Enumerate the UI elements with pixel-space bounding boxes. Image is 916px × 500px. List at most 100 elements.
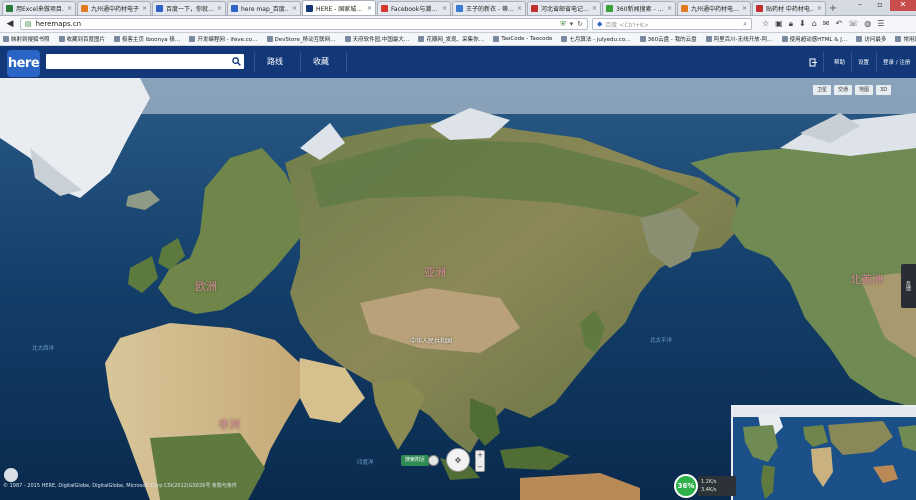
undo-icon[interactable]: ↶ — [835, 19, 842, 29]
zoom-out-icon[interactable]: − — [477, 463, 483, 471]
download-icon[interactable]: ⬇ — [799, 19, 806, 29]
lock-icon[interactable]: 🔒︎ — [789, 19, 793, 29]
tab-close-icon[interactable]: × — [142, 5, 147, 12]
tab-close-icon[interactable]: × — [742, 5, 747, 12]
tab-8[interactable]: 360新闻搜索 - … × — [602, 1, 676, 15]
bookmark-label: 映射到搜狐书照 — [11, 37, 50, 43]
feedback-tab[interactable]: 反馈 — [901, 264, 916, 308]
login-link[interactable]: 登录 / 注册 — [883, 46, 910, 78]
star-icon[interactable]: ☆ — [762, 19, 769, 29]
menu-icon[interactable]: ☰ — [877, 19, 884, 29]
here-logo[interactable]: here — [7, 50, 40, 77]
bookmark-icon — [493, 36, 500, 42]
tab-label: 360新闻搜索 - … — [616, 6, 664, 13]
zoom-control: + − — [475, 450, 485, 472]
bookmark-item[interactable]: 访问最多 — [856, 35, 886, 43]
search-icon[interactable]: ⌕ — [743, 20, 747, 29]
bookmark-item[interactable]: 七月算法 - julyedu.co… — [561, 35, 631, 43]
tab-close-icon[interactable]: × — [667, 5, 672, 12]
tab-3[interactable]: here map_百度… × — [227, 1, 301, 15]
tab-close-icon[interactable]: × — [817, 5, 822, 12]
tab-favicon-icon — [606, 5, 613, 12]
bookmark-item[interactable]: 360云盘 - 我的云盘 — [639, 35, 697, 43]
tab-7[interactable]: 河北省邮省电记… × — [527, 1, 601, 15]
tab-4-active[interactable]: HERE - 国家城… × — [302, 0, 376, 15]
locate-me-icon[interactable] — [428, 455, 439, 466]
browser-tab-bar: 用Excel来做项目…× 九州通中药材电子商…× 百度一下，你就…× here … — [0, 0, 916, 16]
tab-close-icon[interactable]: × — [67, 5, 72, 12]
comment-icon[interactable]: ☏ — [848, 19, 858, 29]
share-icon[interactable] — [809, 46, 817, 78]
search-box[interactable]: ◆ 百度 <Ctrl+K> ⌕ — [592, 18, 752, 30]
bookmark-icon — [189, 36, 196, 42]
bookmark-item[interactable]: 常用网址 — [895, 35, 916, 43]
tab-close-icon[interactable]: × — [217, 5, 222, 12]
reload-icon[interactable]: ↻ — [577, 20, 583, 28]
layer-satellite-button[interactable]: 卫星 — [813, 85, 832, 95]
bookmark-item[interactable]: 收藏到百度图片 — [58, 35, 106, 43]
window-close-icon[interactable]: ✕ — [890, 0, 916, 11]
zoom-in-icon[interactable]: + — [477, 451, 483, 459]
url-text[interactable]: heremaps.cn — [36, 20, 557, 28]
tab-label: 百度一下，你就… — [166, 6, 214, 13]
minimize-icon[interactable]: – — [850, 0, 870, 11]
logo-text: here — [7, 56, 40, 71]
nav-route[interactable]: 路线 — [267, 56, 283, 67]
globe-icon[interactable]: ◍ — [864, 19, 871, 29]
tab-label: 河北省邮省电记… — [541, 6, 589, 13]
dropdown-icon[interactable]: ▾ — [570, 20, 574, 28]
bookmark-icon — [895, 36, 902, 42]
back-arrow-icon[interactable]: ◀ — [4, 18, 16, 30]
bookmark-item[interactable]: 天府软件园,中国最大… — [344, 35, 409, 43]
header-divider — [254, 52, 255, 72]
tab-close-icon[interactable]: × — [442, 5, 447, 12]
bookmark-icon — [639, 36, 646, 42]
bookmark-item[interactable]: 阿里百川-无线开放-阿… — [705, 35, 773, 43]
tab-close-icon[interactable]: × — [292, 5, 297, 12]
bookmark-label: 花瓣网_发现、采集你… — [426, 37, 485, 43]
layer-map-button[interactable]: 地图 — [855, 85, 874, 95]
tab-close-icon[interactable]: × — [517, 5, 522, 12]
clipboard-icon[interactable]: ▣ — [775, 19, 783, 29]
map-search-input[interactable] — [46, 54, 244, 69]
overview-minimap[interactable] — [731, 405, 916, 500]
bookmark-item[interactable]: 极客主页 iboonya 极… — [114, 35, 180, 43]
nearby-search-button[interactable]: 搜索附近 — [401, 455, 430, 466]
address-bar[interactable]: ▤ heremaps.cn ⛨ ▾ ↻ — [20, 18, 588, 30]
tab-6[interactable]: 王子的新衣 - 蒂… × — [452, 1, 526, 15]
search-icon[interactable] — [228, 54, 244, 69]
tab-10[interactable]: 贴药材 中药材电… × — [752, 1, 826, 15]
tab-1[interactable]: 九州通中药材电子商…× — [77, 1, 151, 15]
tab-close-icon[interactable]: × — [367, 5, 372, 12]
bookmark-item[interactable]: 花瓣网_发现、采集你… — [418, 35, 484, 43]
bookmark-label: 收藏到百度图片 — [66, 37, 106, 43]
tab-5[interactable]: Facebook与潮… × — [377, 1, 451, 15]
satellite-map[interactable]: 欧洲 亚洲 北美洲 非洲 中华人民共和国 北大西洋 北太平洋 印度洋 卫星 交通… — [0, 78, 916, 500]
shield-icon[interactable]: ⛨ — [560, 20, 565, 29]
bookmark-item[interactable]: DevStore_移动互联网… — [266, 35, 336, 43]
help-link[interactable]: 帮助 — [834, 46, 845, 78]
bookmark-item[interactable]: 映射到搜狐书照 — [3, 35, 50, 43]
layer-traffic-button[interactable]: 交通 — [834, 85, 853, 95]
search-placeholder[interactable]: 百度 <Ctrl+K> — [605, 20, 740, 29]
bookmark-item[interactable]: 使用超动感HTML & J… — [781, 35, 847, 43]
settings-link[interactable]: 设置 — [858, 46, 869, 78]
tab-label: 九州通中药材电子商… — [91, 6, 139, 13]
maximize-icon[interactable]: ▫ — [870, 0, 890, 11]
tab-0[interactable]: 用Excel来做项目… × — [2, 1, 76, 15]
tab-2[interactable]: 百度一下，你就… × — [152, 1, 226, 15]
page-icon: ▤ — [25, 20, 32, 28]
bookmark-icon — [781, 36, 788, 42]
bookmark-item[interactable]: 开发编程网 - ifeve.co… — [189, 35, 258, 43]
tab-label: 王子的新衣 - 蒂… — [466, 6, 514, 13]
home-icon[interactable]: ⌂ — [812, 19, 817, 29]
tab-9[interactable]: 九州通中药材电… × — [677, 1, 751, 15]
nav-favorites[interactable]: 收藏 — [313, 56, 329, 67]
bookmark-item[interactable]: TaoCode - Taocode — [493, 36, 552, 42]
network-stats: 1.2K/s 3.4K/s — [698, 476, 736, 496]
tab-close-icon[interactable]: × — [592, 5, 597, 12]
chat-icon[interactable]: ✉ — [823, 19, 830, 29]
layer-3d-button[interactable]: 3D — [876, 85, 892, 95]
compass-icon[interactable]: ✥ — [446, 448, 470, 472]
new-tab-icon[interactable]: + — [827, 3, 839, 15]
